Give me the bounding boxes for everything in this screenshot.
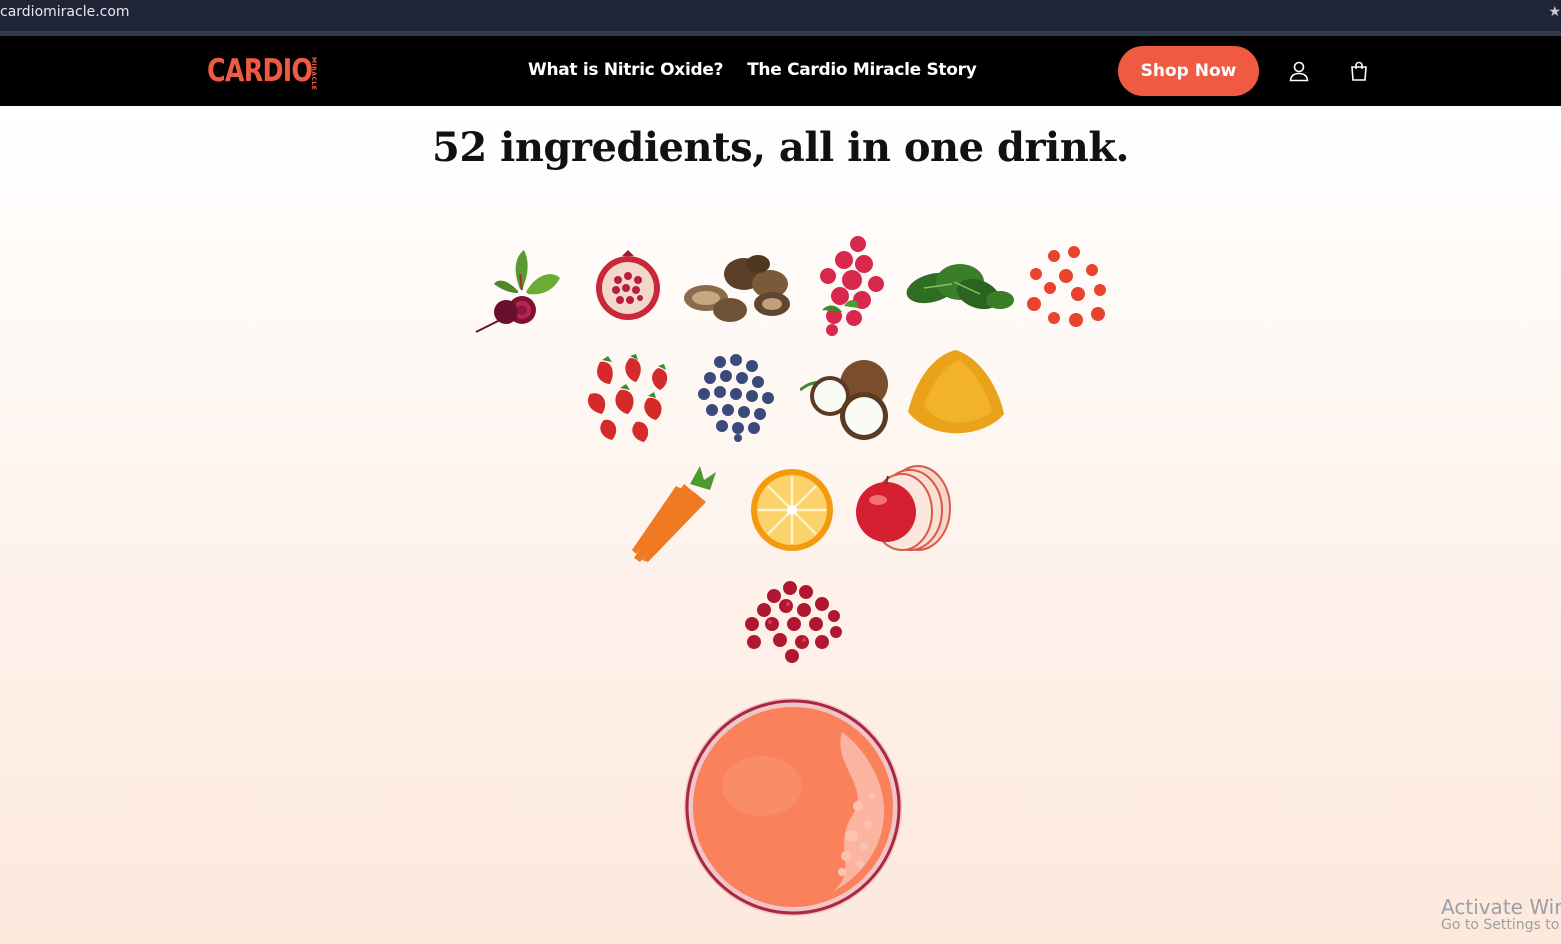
- brand-logo[interactable]: CARDIO MIRACLE: [207, 53, 335, 91]
- spinach-image: [904, 254, 1016, 320]
- ingredients-section: 52 ingredients, all in one drink.: [0, 106, 1561, 944]
- logo-text: CARDIO: [207, 53, 313, 89]
- watermark-line-2: Go to Settings to a: [1441, 917, 1561, 933]
- carrots-image: [630, 462, 724, 564]
- logo-subtext: MIRACLE: [310, 57, 317, 91]
- nav-link-story[interactable]: The Cardio Miracle Story: [747, 60, 977, 80]
- user-icon[interactable]: [1288, 60, 1310, 82]
- main-nav: What is Nitric Oxide? The Cardio Miracle…: [528, 60, 977, 80]
- blueberries-image: [696, 352, 778, 442]
- orange-image: [750, 468, 834, 552]
- page-headline: 52 ingredients, all in one drink.: [432, 124, 1129, 171]
- star-icon[interactable]: ★: [1548, 3, 1561, 20]
- watermark-line-1: Activate Wind: [1441, 895, 1561, 919]
- acerola-cherries-image: [1022, 242, 1110, 328]
- beet-image: [472, 244, 564, 334]
- shop-now-button[interactable]: Shop Now: [1118, 46, 1259, 96]
- site-header: CARDIO MIRACLE What is Nitric Oxide? The…: [0, 36, 1561, 106]
- cart-icon[interactable]: [1348, 60, 1370, 82]
- raspberries-image: [814, 232, 888, 336]
- coconut-image: [800, 356, 892, 440]
- pomegranate-image: [592, 250, 664, 322]
- nav-link-nitric-oxide[interactable]: What is Nitric Oxide?: [528, 60, 723, 80]
- juice-glass-image: [682, 696, 904, 918]
- strawberries-image: [582, 354, 676, 444]
- browser-address-bar[interactable]: cardiomiracle.com ★: [0, 0, 1561, 36]
- turmeric-image: [904, 346, 1008, 446]
- cranberries-image: [742, 580, 846, 664]
- apple-image: [854, 464, 952, 554]
- mushrooms-image: [682, 246, 794, 324]
- url-text[interactable]: cardiomiracle.com: [0, 4, 130, 20]
- windows-activation-watermark: Activate Wind Go to Settings to a: [1441, 896, 1561, 933]
